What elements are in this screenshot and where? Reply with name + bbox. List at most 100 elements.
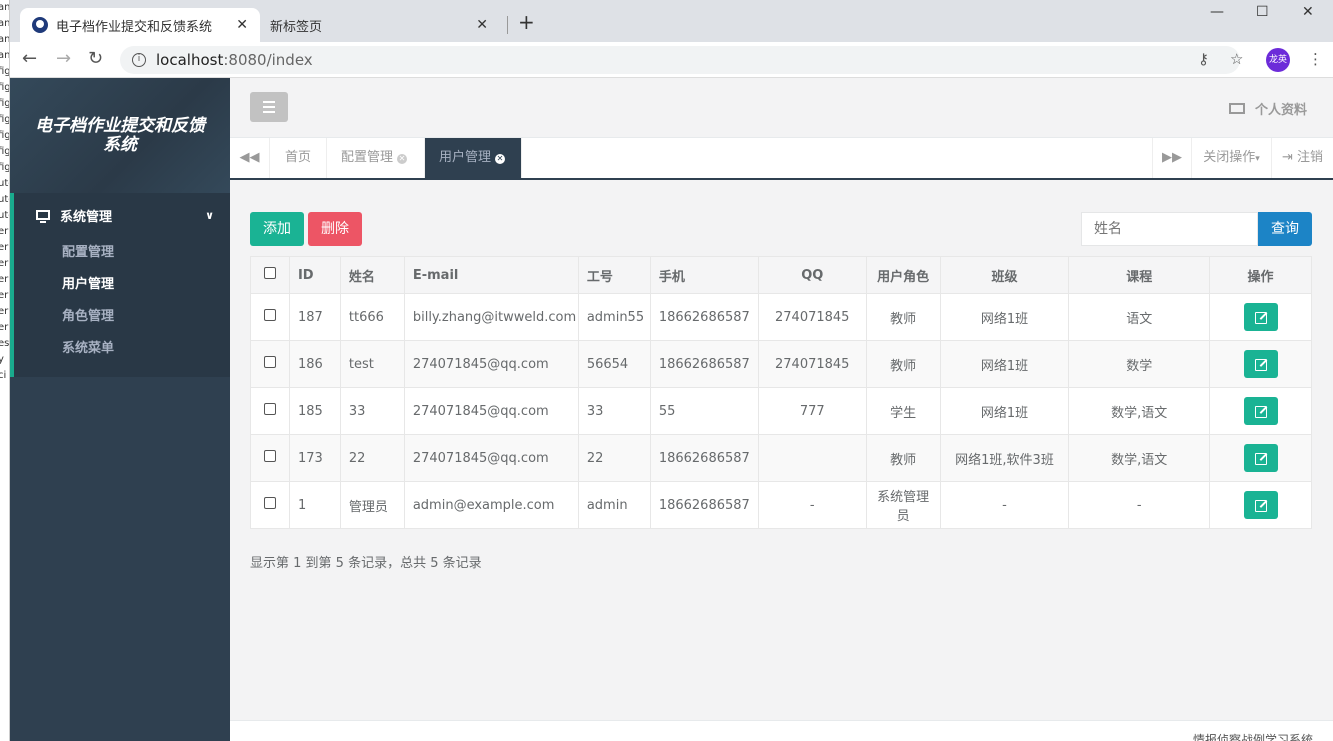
cell-job-no: 33 (577, 387, 651, 435)
users-table: ID 姓名 E-mail 工号 手机 QQ 用户角色 班级 课程 操作 187 … (250, 256, 1312, 529)
cell-name: 22 (339, 434, 405, 482)
table-header-row: ID 姓名 E-mail 工号 手机 QQ 用户角色 班级 课程 操作 (250, 256, 1312, 294)
edit-icon[interactable] (1243, 350, 1278, 378)
pagination-summary: 显示第 1 到第 5 条记录，总共 5 条记录 (250, 556, 482, 571)
browser-tab-active[interactable]: 电子档作业提交和反馈系统 ✕ (20, 8, 260, 42)
profile-link[interactable]: 个人资料 (1228, 99, 1307, 118)
app-logo-text: 电子档作业提交和反馈系统 (35, 115, 205, 155)
minimize-icon[interactable]: — (1210, 4, 1224, 20)
column-header[interactable]: 手机 (649, 256, 759, 294)
column-header: 操作 (1209, 256, 1312, 294)
cell-class: - (939, 481, 1070, 529)
site-favicon-icon (32, 17, 48, 33)
cell-id: 185 (288, 387, 341, 435)
top-bar: 个人资料 (230, 78, 1333, 138)
cell-job-no: 56654 (577, 340, 651, 388)
cell-class: 网络1班 (939, 293, 1070, 341)
cell-id: 187 (288, 293, 341, 341)
tab-config[interactable]: 配置管理 ✕ (327, 138, 425, 178)
select-all-checkbox[interactable] (250, 256, 290, 294)
site-info-icon[interactable]: i (132, 53, 146, 67)
tab-close-icon[interactable]: ✕ (495, 154, 506, 164)
sidebar-item-roles[interactable]: 角色管理 (14, 301, 230, 333)
app-logo: 电子档作业提交和反馈系统 (10, 78, 230, 193)
cell-role: 教师 (865, 434, 941, 482)
profile-avatar[interactable]: 龙英 (1266, 48, 1290, 72)
reload-icon[interactable]: ↻ (88, 48, 103, 69)
edit-icon[interactable] (1243, 491, 1278, 519)
cell-role: 系统管理员 (865, 481, 941, 529)
forward-icon[interactable]: → (56, 48, 71, 69)
cell-qq: 777 (757, 387, 867, 435)
edit-icon[interactable] (1243, 444, 1278, 472)
cell-actions (1209, 434, 1312, 482)
cell-class: 网络1班,软件3班 (939, 434, 1070, 482)
tab-home[interactable]: 首页 (270, 138, 327, 178)
browser-tab-title: 新标签页 (270, 19, 323, 35)
column-header[interactable]: E-mail (403, 256, 579, 294)
column-header[interactable]: ID (288, 256, 341, 294)
column-header[interactable]: 工号 (577, 256, 651, 294)
sidebar-section-label: 系统管理 (60, 209, 113, 225)
column-header[interactable]: 班级 (939, 256, 1070, 294)
tabs-scroll-right-icon[interactable]: ▶▶ (1152, 138, 1192, 178)
main-content: 个人资料 ◀◀ 首页 配置管理 ✕ 用户管理 ✕ ▶▶ 关闭操作▾ ⇥ 注销 添加 … (230, 78, 1333, 741)
search-button[interactable]: 查询 (1258, 212, 1312, 246)
id-card-icon (1228, 103, 1245, 114)
search-name-input[interactable] (1081, 212, 1258, 246)
back-icon[interactable]: ← (22, 48, 37, 69)
cell-job-no: admin (577, 481, 651, 529)
table-row[interactable]: 187 tt666 billy.zhang@itwweld.com admin5… (250, 293, 1312, 341)
star-icon[interactable]: ☆ (1230, 50, 1243, 68)
tab-users[interactable]: 用户管理 ✕ (425, 138, 522, 178)
edit-icon[interactable] (1243, 303, 1278, 331)
cell-email: admin@example.com (403, 481, 579, 529)
cell-id: 1 (288, 481, 341, 529)
table-row[interactable]: 173 22 274071845@qq.com 22 18662686587 教… (250, 434, 1312, 482)
key-icon[interactable]: ⚷ (1198, 50, 1209, 68)
column-header[interactable]: 姓名 (339, 256, 405, 294)
cell-phone: 18662686587 (649, 293, 759, 341)
cell-course: 数学 (1068, 340, 1211, 388)
table-row[interactable]: 186 test 274071845@qq.com 56654 18662686… (250, 340, 1312, 388)
cell-course: 语文 (1068, 293, 1211, 341)
column-header[interactable]: 用户角色 (865, 256, 941, 294)
tab-close-icon[interactable]: ✕ (476, 17, 488, 33)
sidebar-item-menu[interactable]: 系统菜单 (14, 333, 230, 365)
cell-phone: 55 (649, 387, 759, 435)
logout-link[interactable]: ⇥ 注销 (1272, 138, 1333, 178)
sidebar-item-config[interactable]: 配置管理 (14, 237, 230, 269)
browser-tab-inactive[interactable]: 新标签页 ✕ (260, 8, 500, 42)
table-row[interactable]: 185 33 274071845@qq.com 33 55 777 学生 网络1… (250, 387, 1312, 435)
cell-actions (1209, 340, 1312, 388)
profile-link-label: 个人资料 (1254, 103, 1307, 118)
row-checkbox[interactable] (250, 293, 290, 341)
menu-dots-icon[interactable]: ⋮ (1308, 50, 1323, 68)
window-close-icon[interactable]: ✕ (1302, 4, 1314, 20)
cell-phone: 18662686587 (649, 340, 759, 388)
tabs-scroll-left-icon[interactable]: ◀◀ (230, 138, 270, 178)
row-checkbox[interactable] (250, 340, 290, 388)
delete-button[interactable]: 删除 (308, 212, 362, 246)
maximize-icon[interactable]: ☐ (1256, 4, 1269, 20)
add-button[interactable]: 添加 (250, 212, 304, 246)
edit-icon[interactable] (1243, 397, 1278, 425)
sidebar-section-system[interactable]: 系统管理 ∨ (14, 193, 230, 237)
row-checkbox[interactable] (250, 481, 290, 529)
tab-close-icon[interactable]: ✕ (236, 17, 248, 33)
browser-tab-bar: 电子档作业提交和反馈系统 ✕ 新标签页 ✕ + — ☐ ✕ (10, 0, 1333, 42)
url-field[interactable]: i localhost:8080/index (120, 46, 1240, 74)
sidebar-item-users[interactable]: 用户管理 (14, 269, 230, 301)
tab-close-icon[interactable]: ✕ (397, 154, 408, 164)
close-operations-dropdown[interactable]: 关闭操作▾ (1192, 138, 1272, 178)
new-tab-icon[interactable]: + (518, 10, 535, 34)
table-row[interactable]: 1 管理员 admin@example.com admin 1866268658… (250, 481, 1312, 529)
column-header[interactable]: QQ (757, 256, 867, 294)
cell-email: 274071845@qq.com (403, 434, 579, 482)
menu-toggle-button[interactable] (250, 92, 288, 122)
column-header[interactable]: 课程 (1068, 256, 1211, 294)
cell-name: 管理员 (339, 481, 405, 529)
row-checkbox[interactable] (250, 434, 290, 482)
row-checkbox[interactable] (250, 387, 290, 435)
address-bar: ← → ↻ i localhost:8080/index ⚷ ☆ 龙英 ⋮ (10, 42, 1333, 78)
